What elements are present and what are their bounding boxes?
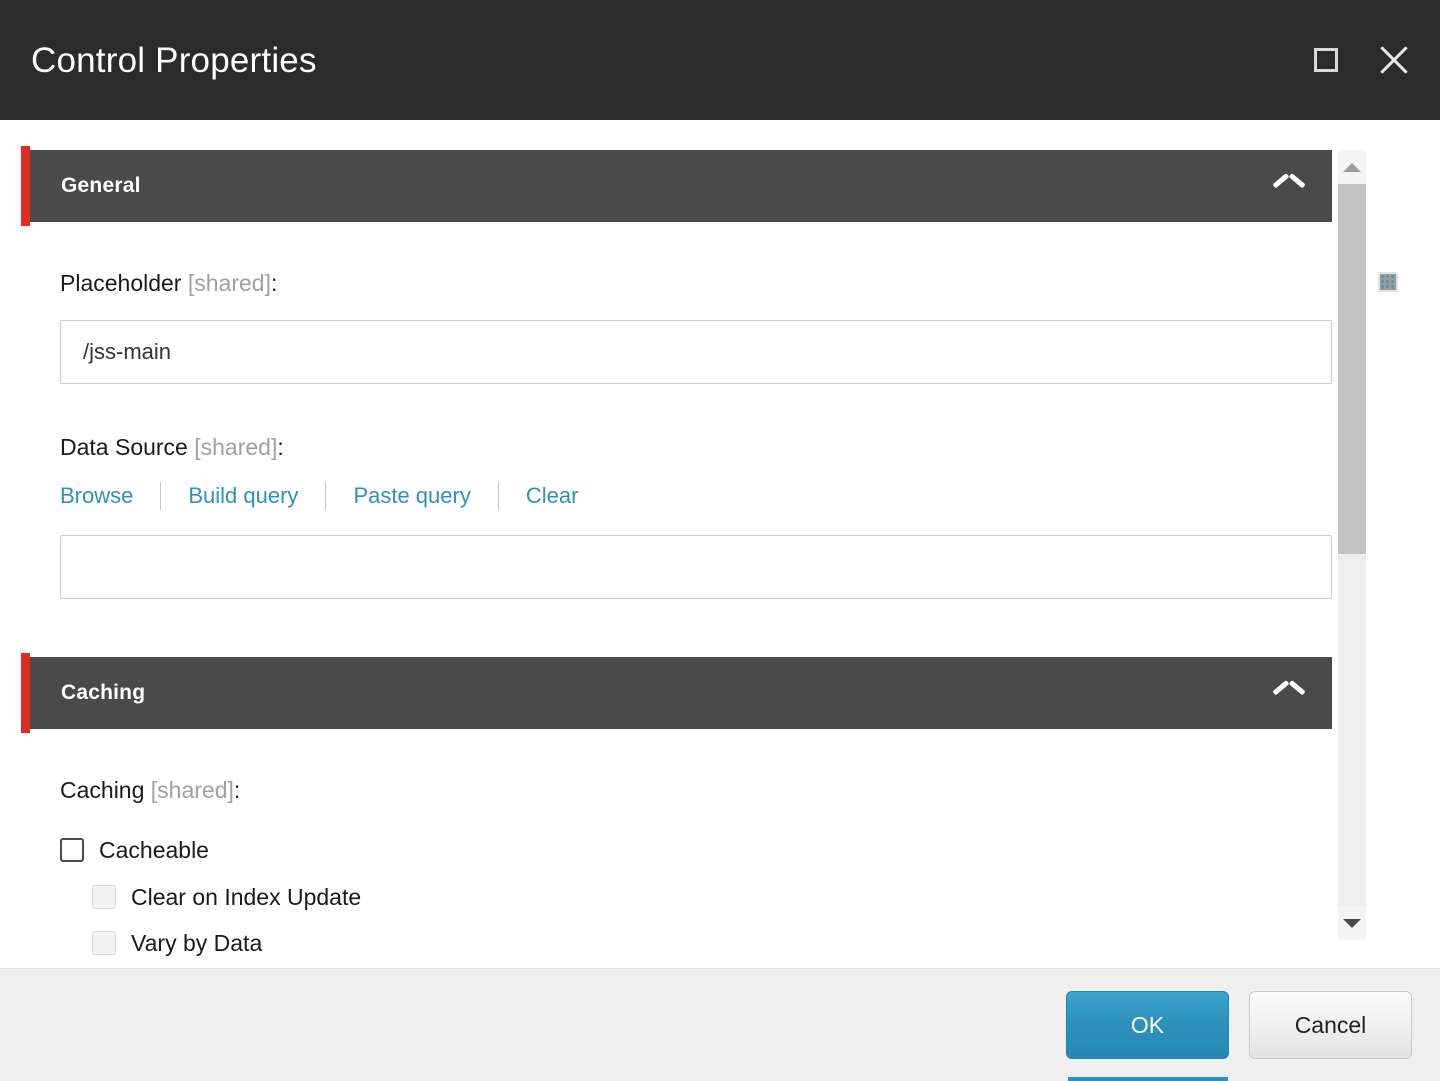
page-title: Control Properties — [31, 43, 317, 78]
field-label-text: Placeholder — [60, 270, 181, 296]
checkbox-vary-by-data[interactable] — [92, 931, 116, 955]
field-shared-tag: [shared] — [188, 270, 271, 296]
scrollbar-thumb[interactable] — [1338, 184, 1366, 554]
field-label-colon: : — [277, 434, 283, 460]
section-title-general: General — [61, 174, 141, 198]
divider — [498, 482, 499, 510]
browse-link[interactable]: Browse — [60, 483, 133, 509]
section-accent-bar — [21, 146, 30, 226]
maximize-icon — [1314, 48, 1338, 72]
control-properties-dialog: Control Properties General — [0, 0, 1440, 1081]
build-query-link[interactable]: Build query — [188, 483, 298, 509]
checkbox-clear-on-index-update[interactable] — [92, 885, 116, 909]
scroll-down-button[interactable] — [1338, 906, 1366, 940]
data-source-actions: Browse Build query Paste query Clear — [60, 481, 1332, 511]
divider — [325, 482, 326, 510]
close-button[interactable] — [1372, 38, 1416, 82]
titlebar: Control Properties — [0, 0, 1440, 120]
field-label-colon: : — [271, 270, 277, 296]
section-body-caching: Caching [shared]: Cacheable Clear on Ind… — [0, 729, 1440, 955]
field-placeholder: Placeholder [shared]: — [60, 222, 1332, 384]
checkbox-label-clear-on-index-update: Clear on Index Update — [131, 886, 361, 909]
dialog-body: General Placeholder [shared]: — [0, 120, 1440, 968]
paste-query-link[interactable]: Paste query — [353, 483, 470, 509]
ok-focus-underline — [1068, 1077, 1228, 1081]
dialog-footer: OK Cancel — [0, 968, 1440, 1081]
field-label-data-source: Data Source [shared]: — [60, 436, 1332, 459]
close-icon — [1377, 43, 1411, 77]
field-data-source: Data Source [shared]: Browse Build query… — [60, 384, 1332, 599]
section-header-caching[interactable]: Caching — [30, 657, 1332, 729]
maximize-button[interactable] — [1304, 38, 1348, 82]
properties-scroll-viewport[interactable]: General Placeholder [shared]: — [0, 120, 1440, 968]
cancel-button[interactable]: Cancel — [1249, 991, 1412, 1059]
clear-link[interactable]: Clear — [526, 483, 579, 509]
checkbox-row-vary-by-data[interactable]: Vary by Data — [92, 931, 1332, 955]
section-title-caching: Caching — [61, 681, 145, 705]
resize-grip-icon[interactable] — [1378, 272, 1398, 292]
section-header-general[interactable]: General — [30, 150, 1332, 222]
checkbox-cacheable[interactable] — [60, 838, 84, 862]
checkbox-label-cacheable: Cacheable — [99, 839, 209, 862]
checkbox-label-vary-by-data: Vary by Data — [131, 932, 262, 955]
field-label-placeholder: Placeholder [shared]: — [60, 272, 1332, 295]
field-shared-tag: [shared] — [151, 777, 234, 803]
field-label-text: Caching — [60, 777, 144, 803]
triangle-down-icon — [1343, 919, 1361, 928]
checkbox-row-clear-on-index-update[interactable]: Clear on Index Update — [92, 885, 1332, 909]
checkbox-row-cacheable[interactable]: Cacheable — [60, 838, 1332, 862]
divider — [160, 482, 161, 510]
window-controls — [1304, 0, 1416, 120]
triangle-up-icon — [1343, 163, 1361, 172]
section-body-general: Placeholder [shared]: Data Source [share… — [0, 222, 1440, 599]
field-label-colon: : — [234, 777, 240, 803]
field-label-text: Data Source — [60, 434, 188, 460]
field-label-caching: Caching [shared]: — [60, 779, 1332, 802]
section-accent-bar — [21, 653, 30, 733]
data-source-input[interactable] — [60, 535, 1332, 599]
chevron-up-icon[interactable] — [1274, 684, 1304, 702]
properties-content: General Placeholder [shared]: — [0, 120, 1440, 968]
scroll-up-button[interactable] — [1338, 150, 1366, 184]
vertical-scrollbar[interactable] — [1338, 150, 1366, 940]
ok-button[interactable]: OK — [1066, 991, 1229, 1059]
field-caching: Caching [shared]: Cacheable Clear on Ind… — [60, 729, 1332, 955]
field-shared-tag: [shared] — [194, 434, 277, 460]
chevron-up-icon[interactable] — [1274, 177, 1304, 195]
placeholder-input[interactable] — [60, 320, 1332, 384]
